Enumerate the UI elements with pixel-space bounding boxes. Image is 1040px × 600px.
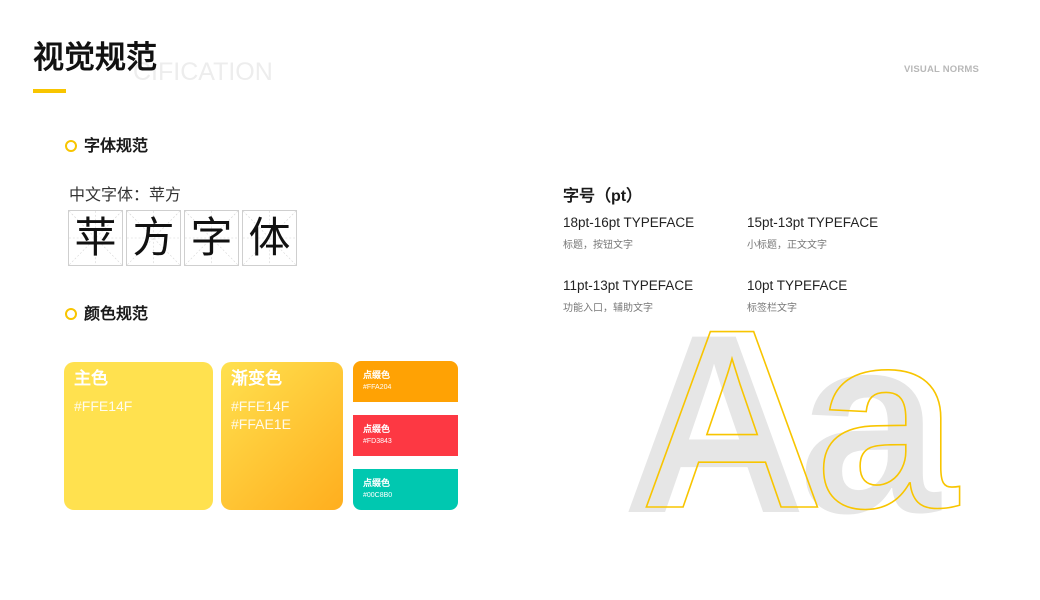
gradient-color-label: 渐变色 bbox=[231, 369, 282, 388]
color-spec-heading: 颜色规范 bbox=[84, 306, 149, 323]
sample-char: 苹 bbox=[74, 214, 117, 261]
accent-color-label: 点缀色 bbox=[363, 478, 391, 488]
font-size-usage: 标签栏文字 bbox=[747, 303, 797, 314]
accent-color-card: 点缀色 #FFA204 bbox=[353, 361, 458, 402]
sample-char: 体 bbox=[248, 214, 291, 261]
font-size-heading: 字号（pt） bbox=[563, 188, 643, 205]
chinese-font-label: 中文字体：苹方 bbox=[69, 187, 182, 204]
sample-char-box: 体 bbox=[242, 210, 297, 266]
sample-char-box: 方 bbox=[126, 210, 181, 266]
font-size-range: 18pt-16pt TYPEFACE bbox=[563, 215, 695, 230]
page-title: 视觉规范 bbox=[33, 40, 157, 75]
accent-color-label: 点缀色 bbox=[363, 370, 391, 380]
decor-glyphs-fill: Aa bbox=[622, 282, 942, 567]
section-bullet-icon bbox=[65, 308, 77, 320]
font-size-item: 11pt-13pt TYPEFACE 功能入口，辅助文字 bbox=[563, 278, 693, 315]
sample-char: 字 bbox=[190, 214, 233, 261]
accent-color-label: 点缀色 bbox=[363, 424, 391, 434]
title-underline bbox=[33, 89, 66, 93]
font-size-usage: 小标题，正文文字 bbox=[747, 240, 827, 251]
accent-color-card: 点缀色 #FD3843 bbox=[353, 415, 458, 456]
accent-color-hex: #00C8B0 bbox=[363, 492, 393, 499]
typeface-decoration: Aa Aa bbox=[622, 276, 969, 567]
gradient-color-card: 渐变色 #FFE14F #FFAE1E bbox=[221, 362, 343, 510]
font-spec-heading: 字体规范 bbox=[84, 138, 149, 155]
accent-color-card: 点缀色 #00C8B0 bbox=[353, 469, 458, 510]
gradient-start-hex: #FFE14F bbox=[231, 398, 290, 414]
sample-char: 方 bbox=[132, 214, 175, 261]
font-size-usage: 标题，按钮文字 bbox=[563, 240, 633, 251]
sample-char-box: 苹 bbox=[68, 210, 123, 266]
visual-spec-slide: Aa Aa CIFICATION 视觉规范 VISUAL NORMS 字体规范 … bbox=[0, 0, 1040, 600]
font-size-item: 18pt-16pt TYPEFACE 标题，按钮文字 bbox=[563, 215, 694, 252]
primary-color-card: 主色 #FFE14F bbox=[64, 362, 213, 510]
font-size-usage: 功能入口，辅助文字 bbox=[563, 303, 653, 314]
font-size-range: 10pt TYPEFACE bbox=[747, 278, 848, 293]
sample-char-box: 字 bbox=[184, 210, 239, 266]
section-bullet-icon bbox=[65, 140, 77, 152]
font-size-item: 10pt TYPEFACE 标签栏文字 bbox=[747, 278, 847, 315]
decor-glyphs-outline: Aa bbox=[640, 277, 960, 562]
font-size-item: 15pt-13pt TYPEFACE 小标题，正文文字 bbox=[747, 215, 878, 252]
accent-color-hex: #FD3843 bbox=[363, 438, 392, 445]
accent-color-hex: #FFA204 bbox=[363, 384, 392, 391]
font-size-range: 15pt-13pt TYPEFACE bbox=[747, 215, 879, 230]
primary-color-label: 主色 bbox=[74, 369, 108, 388]
primary-color-hex: #FFE14F bbox=[74, 398, 133, 414]
gradient-end-hex: #FFAE1E bbox=[231, 416, 291, 432]
page-subtitle-label: VISUAL NORMS bbox=[904, 64, 980, 75]
font-size-range: 11pt-13pt TYPEFACE bbox=[563, 278, 694, 293]
